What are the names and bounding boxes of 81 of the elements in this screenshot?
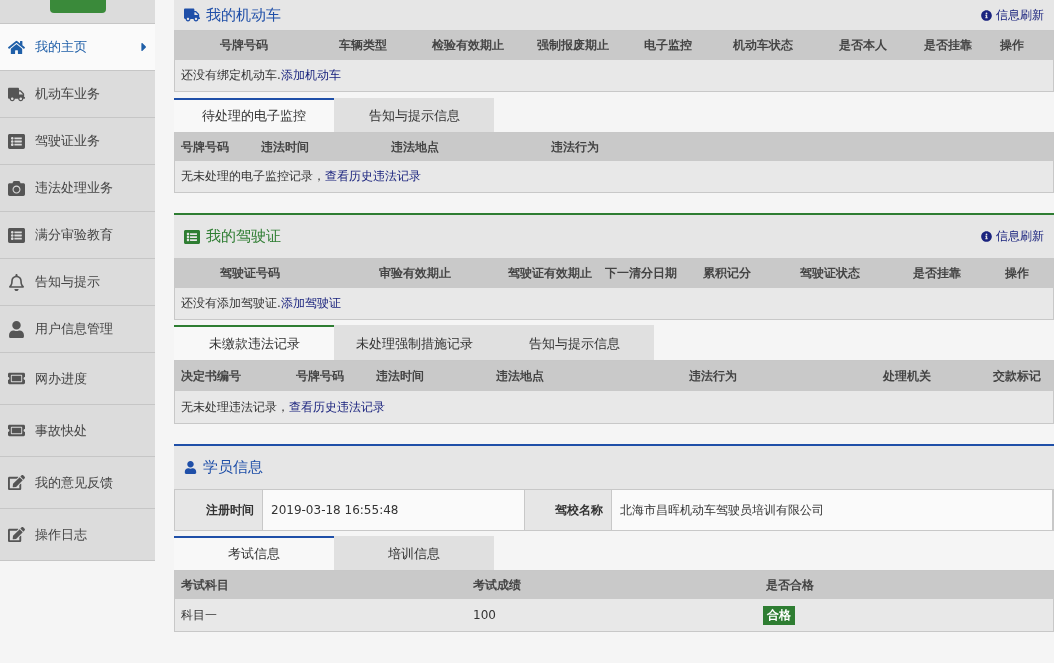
ticket-icon	[8, 422, 25, 439]
add-link[interactable]: 添加机动车	[280, 68, 341, 82]
column-header: 驾驶证状态	[798, 265, 861, 282]
bell-icon	[8, 273, 25, 291]
add-link[interactable]: 查看历史违法记录	[325, 169, 421, 183]
sidebar-item[interactable]: 机动车业务	[0, 71, 155, 118]
info-icon	[981, 9, 992, 21]
refresh-link[interactable]: 信息刷新	[981, 228, 1044, 245]
column-header: 号牌号码	[295, 367, 345, 385]
column-header: 违法时间	[260, 138, 310, 156]
column-header: 违法行为	[688, 367, 738, 385]
truck-icon	[184, 7, 200, 23]
top-button[interactable]	[49, 0, 106, 13]
column-header: 审验有效期止	[378, 265, 452, 282]
column-header: 操作	[999, 37, 1025, 54]
column-header: 考试成绩	[472, 576, 522, 594]
column-header: 违法地点	[495, 367, 545, 385]
empty-message: 还没有添加驾驶证.添加驾驶证	[181, 295, 341, 312]
panel-title: 我的机动车	[206, 5, 281, 25]
sidebar-item[interactable]: 告知与提示	[0, 259, 155, 306]
sidebar-item[interactable]: 操作日志	[0, 509, 155, 561]
add-link[interactable]: 添加驾驶证	[280, 296, 341, 310]
sidebar-item[interactable]: 违法处理业务	[0, 165, 155, 212]
truck-icon	[8, 85, 25, 103]
column-header: 考试科目	[180, 576, 230, 594]
user-icon	[8, 320, 25, 338]
column-header: 电子监控	[643, 37, 693, 54]
tab[interactable]: 告知与提示信息	[494, 325, 654, 360]
list-card-icon	[8, 132, 25, 150]
list-card-icon	[8, 226, 25, 244]
column-header: 累积记分	[702, 265, 752, 282]
empty-message: 无未处理的电子监控记录，查看历史违法记录	[181, 168, 421, 185]
table-cell-text: 科目一	[180, 606, 218, 624]
column-header: 违法时间	[375, 367, 425, 385]
home-icon	[8, 38, 25, 56]
table-cell-text: 100	[472, 608, 497, 622]
column-header: 是否挂靠	[923, 37, 973, 54]
sidebar-item[interactable]: 用户信息管理	[0, 306, 155, 353]
field-value: 北海市昌晖机动车驾驶员培训有限公司	[612, 490, 1053, 530]
sidebar-item[interactable]: 我的主页	[0, 24, 155, 71]
column-header: 是否挂靠	[912, 265, 962, 282]
column-header: 驾驶证号码	[219, 265, 281, 282]
user-icon	[184, 461, 197, 474]
column-header: 检验有效期止	[431, 37, 505, 54]
column-header: 决定书编号	[180, 367, 242, 385]
column-header: 交款标记	[992, 367, 1042, 385]
tab[interactable]: 未处理强制措施记录	[334, 325, 494, 360]
column-header: 操作	[1004, 265, 1030, 282]
column-header: 车辆类型	[338, 37, 388, 54]
edit-icon	[8, 474, 25, 491]
tab[interactable]: 告知与提示信息	[334, 98, 494, 132]
empty-message: 无未处理违法记录，查看历史违法记录	[181, 398, 385, 416]
panel-title: 我的驾驶证	[206, 227, 281, 246]
column-header: 驾驶证有效期止	[507, 265, 593, 282]
column-header: 违法行为	[550, 138, 600, 156]
field-value: 2019-03-18 16:55:48	[263, 490, 525, 530]
edit-icon	[8, 526, 25, 543]
add-link[interactable]: 查看历史违法记录	[289, 399, 385, 414]
column-header: 处理机关	[882, 367, 932, 385]
column-header: 是否本人	[838, 37, 888, 54]
column-header: 下一清分日期	[604, 265, 678, 282]
column-header: 强制报废期止	[536, 37, 610, 54]
sidebar-item[interactable]: 满分审验教育	[0, 212, 155, 259]
sidebar-item[interactable]: 事故快处	[0, 405, 155, 457]
column-header: 号牌号码	[219, 37, 269, 54]
status-badge: 合格	[763, 605, 795, 625]
column-header: 是否合格	[765, 576, 815, 594]
refresh-link[interactable]: 信息刷新	[981, 6, 1044, 24]
column-header: 违法地点	[390, 138, 440, 156]
ticket-icon	[8, 370, 25, 387]
list-card-icon	[184, 228, 200, 245]
empty-message: 还没有绑定机动车.添加机动车	[181, 67, 341, 84]
camera-icon	[8, 179, 25, 197]
panel-title: 学员信息	[203, 458, 263, 477]
tab[interactable]: 培训信息	[334, 536, 494, 570]
column-header: 号牌号码	[180, 138, 230, 156]
sidebar-item[interactable]: 网办进度	[0, 353, 155, 405]
sidebar-item[interactable]: 我的意见反馈	[0, 457, 155, 509]
sidebar-item[interactable]: 驾驶证业务	[0, 118, 155, 165]
column-header: 机动车状态	[732, 37, 794, 54]
info-icon	[981, 231, 992, 242]
